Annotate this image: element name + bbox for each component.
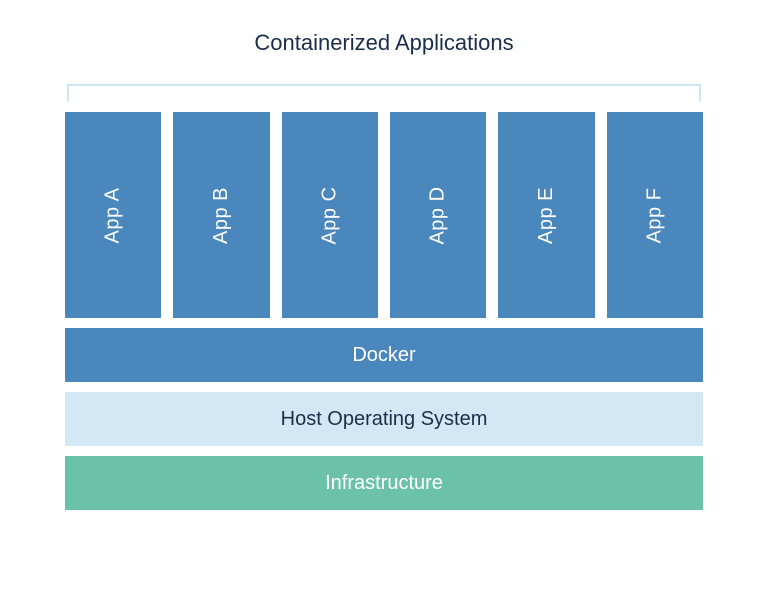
app-box-a: App A: [65, 112, 161, 318]
app-box-d: App D: [390, 112, 486, 318]
app-label: App B: [210, 187, 233, 244]
apps-row: App A App B App C App D App E App F: [65, 112, 703, 318]
app-label: App D: [427, 186, 450, 244]
grouping-bracket: [67, 84, 701, 102]
app-label: App F: [643, 187, 666, 243]
app-box-c: App C: [282, 112, 378, 318]
docker-layer: Docker: [65, 328, 703, 382]
app-box-f: App F: [607, 112, 703, 318]
container-architecture-diagram: Containerized Applications App A App B A…: [65, 30, 703, 510]
app-box-e: App E: [498, 112, 594, 318]
app-label: App C: [318, 186, 341, 244]
diagram-title: Containerized Applications: [65, 30, 703, 56]
infrastructure-layer: Infrastructure: [65, 456, 703, 510]
app-label: App E: [535, 187, 558, 244]
app-box-b: App B: [173, 112, 269, 318]
infrastructure-layer-label: Infrastructure: [325, 472, 443, 495]
host-os-layer-label: Host Operating System: [281, 408, 488, 431]
host-os-layer: Host Operating System: [65, 392, 703, 446]
docker-layer-label: Docker: [352, 344, 415, 367]
app-label: App A: [102, 187, 125, 243]
